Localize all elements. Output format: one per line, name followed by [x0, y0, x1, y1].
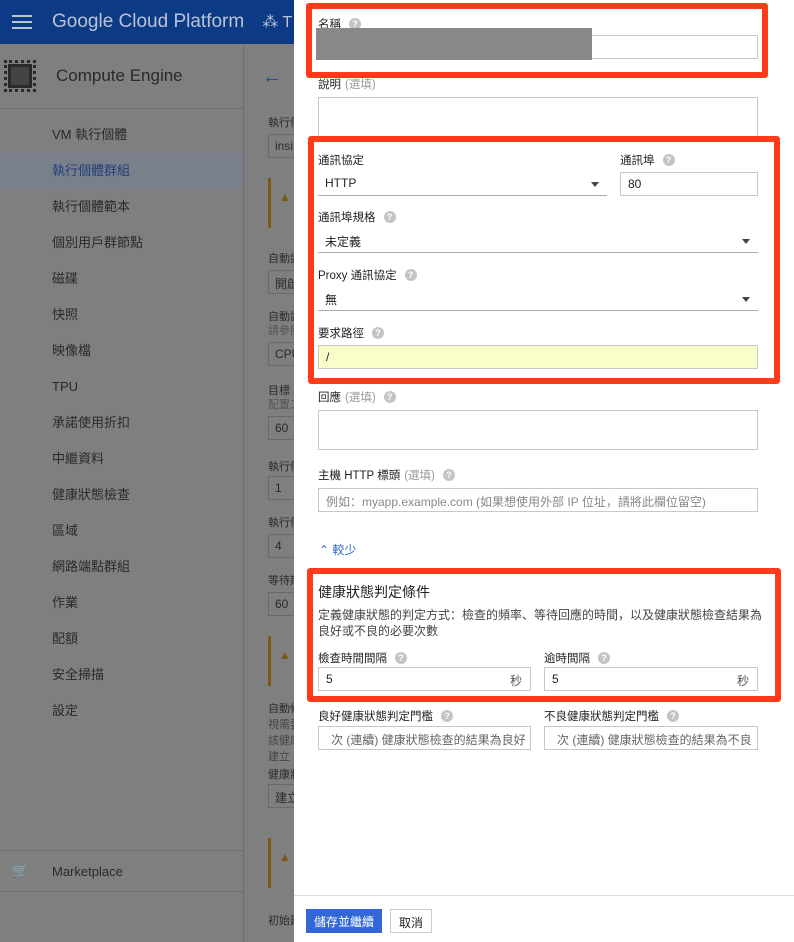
background-page: ← 執行個 insi ▲ 自動調 開啟 自動調 請參閱 CPU 目標 配置工 6…	[244, 44, 294, 942]
cart-icon: 🛒	[12, 863, 29, 878]
bg-field: CPU	[268, 342, 294, 366]
sidebar-item[interactable]: TPU	[0, 369, 243, 405]
hamburger-menu-icon[interactable]	[12, 15, 32, 29]
sidebar-item[interactable]: 執行個體群組	[0, 153, 243, 189]
bg-field: 建立	[268, 784, 294, 808]
chip-icon	[4, 60, 36, 92]
cancel-button[interactable]: 取消	[390, 909, 433, 933]
sidebar-item[interactable]: 設定	[0, 693, 243, 729]
help-icon[interactable]: ?	[441, 710, 453, 722]
bg-label: 配置工	[268, 399, 294, 411]
bg-label: 視需要	[268, 719, 294, 731]
save-continue-button[interactable]: 儲存並繼續	[306, 909, 383, 933]
sidebar-item[interactable]: 中繼資料	[0, 441, 243, 477]
bg-label: 初始延	[268, 915, 294, 927]
product-title: Compute Engine	[56, 66, 183, 85]
help-icon[interactable]: ?	[442, 469, 455, 481]
sidebar-item[interactable]: 快照	[0, 297, 243, 333]
bg-field: 4	[268, 534, 294, 558]
response-label-text: 回應	[318, 392, 341, 404]
response-textarea[interactable]	[318, 410, 758, 450]
bg-label: 建立	[268, 751, 290, 763]
optional-tag: (選填)	[404, 470, 435, 482]
unhealthy-threshold-input[interactable]: 次 (連續) 健康狀態檢查的結果為不良	[544, 726, 758, 750]
sidebar-item[interactable]: 執行個體範本	[0, 189, 243, 225]
sidebar-item[interactable]: 區域	[0, 513, 243, 549]
footer-bar: 儲存並繼續 取消	[294, 895, 794, 942]
healthy-threshold-label: 良好健康狀態判定門檻?	[318, 708, 453, 724]
optional-tag: (選填)	[345, 392, 376, 404]
warning-icon: ▲	[268, 636, 294, 686]
warning-icon: ▲	[268, 178, 294, 228]
bg-label: 執行個	[268, 117, 294, 129]
sidebar-item[interactable]: 健康狀態檢查	[0, 477, 243, 513]
description-textarea[interactable]	[318, 97, 758, 137]
sidebar-item[interactable]: 網路端點群組	[0, 549, 243, 585]
bg-label: 自動調	[268, 253, 294, 265]
annotation-box	[306, 3, 768, 78]
annotation-box	[307, 568, 781, 702]
sidebar-item-marketplace[interactable]: 🛒 Marketplace	[0, 850, 244, 892]
help-icon[interactable]: ?	[383, 391, 396, 403]
show-less-label: 較少	[332, 543, 357, 557]
response-label: 回應 (選填)?	[318, 389, 396, 405]
sidebar-item[interactable]: 安全掃描	[0, 657, 243, 693]
host-label-text: 主機 HTTP 標頭	[318, 470, 401, 482]
sidebar: Compute Engine VM 執行個體 執行個體群組 執行個體範本 個別用戶群節…	[0, 44, 244, 942]
healthy-threshold-input[interactable]: 次 (連續) 健康狀態檢查的結果為良好	[318, 726, 531, 750]
bg-label: 執行個	[268, 517, 294, 529]
show-less-link[interactable]: ⌃ 較少	[319, 541, 356, 558]
project-name: T	[282, 14, 293, 31]
unhealthy-label-text: 不良健康狀態判定門檻	[544, 711, 659, 723]
optional-tag: (選填)	[345, 79, 376, 91]
sidebar-item[interactable]: 承諾使用折扣	[0, 405, 243, 441]
app-title: Google Cloud Platform	[52, 11, 245, 32]
annotation-box	[308, 136, 780, 384]
bg-label: 自動修	[268, 703, 294, 715]
bg-field: insi	[268, 134, 294, 158]
sidebar-item[interactable]: 作業	[0, 585, 243, 621]
bg-label: 該健康	[268, 735, 294, 747]
warning-icon: ▲	[268, 838, 294, 888]
sidebar-item[interactable]: 映像檔	[0, 333, 243, 369]
project-selector[interactable]: ⁂ T	[262, 12, 292, 32]
healthy-label-text: 良好健康狀態判定門檻	[318, 711, 433, 723]
host-label: 主機 HTTP 標頭 (選填)?	[318, 467, 455, 483]
bg-field: 開啟	[268, 270, 294, 294]
sidebar-item[interactable]: 配額	[0, 621, 243, 657]
bg-label: 健康狀	[268, 769, 294, 781]
sidebar-item[interactable]: 磁碟	[0, 261, 243, 297]
back-arrow-icon[interactable]: ←	[262, 66, 282, 89]
help-icon[interactable]: ?	[667, 710, 679, 722]
bg-field: 60	[268, 416, 294, 440]
product-header: Compute Engine	[0, 44, 243, 109]
unhealthy-threshold-label: 不良健康狀態判定門檻?	[544, 708, 679, 724]
top-header: Google Cloud Platform ⁂ T	[0, 0, 294, 44]
sidebar-item[interactable]: 個別用戶群節點	[0, 225, 243, 261]
bg-label: 請參閱	[268, 325, 294, 337]
marketplace-label: Marketplace	[52, 863, 123, 879]
bg-field: 1	[268, 476, 294, 500]
sidebar-item[interactable]: VM 執行個體	[0, 117, 243, 153]
description-label: 說明 (選填)	[318, 76, 376, 92]
bg-label: 等待期	[268, 575, 294, 587]
description-label-text: 說明	[318, 79, 341, 91]
host-input[interactable]: 例如：myapp.example.com (如果想使用外部 IP 位址，請將此欄…	[318, 488, 758, 512]
bg-label: 執行個	[268, 461, 294, 473]
bg-field: 60	[268, 592, 294, 616]
